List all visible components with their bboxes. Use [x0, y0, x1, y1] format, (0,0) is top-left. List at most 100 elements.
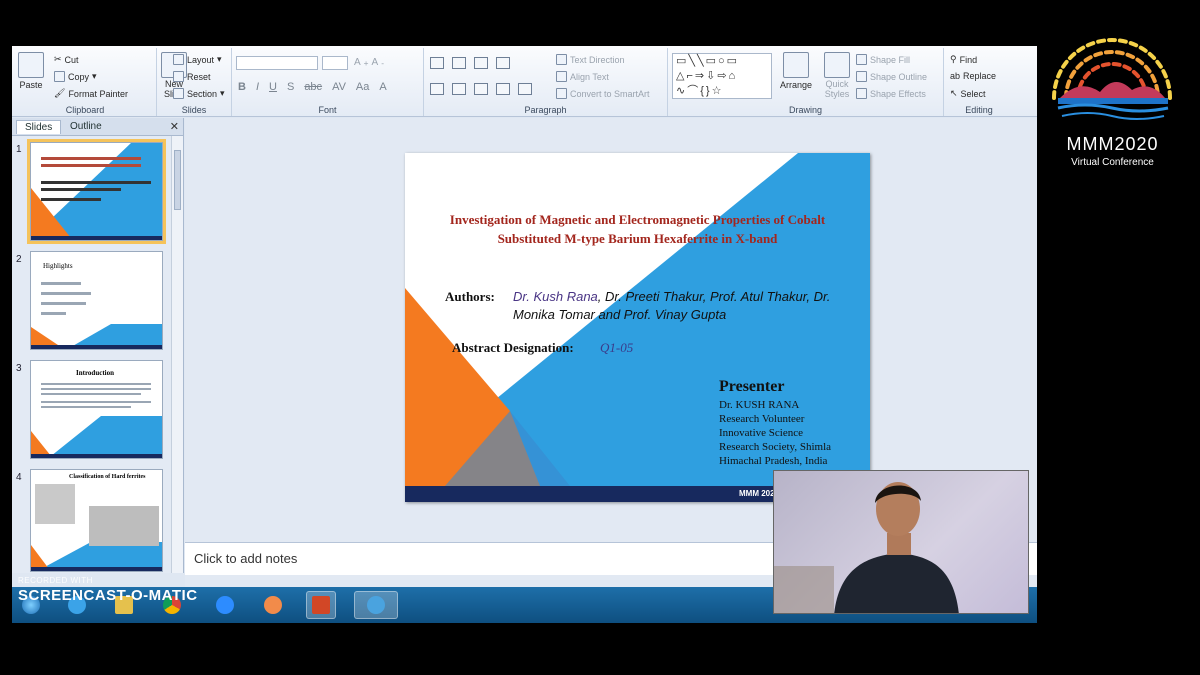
notes-placeholder: Click to add notes: [194, 551, 298, 566]
find-button[interactable]: ⚲ Find: [950, 54, 977, 65]
taskbar-recorder[interactable]: [354, 591, 398, 619]
bullets-icon[interactable]: [430, 57, 444, 69]
paragraph-group: Text Direction Align Text Convert to Sma…: [424, 48, 668, 116]
thumb-footer: [31, 236, 162, 240]
thumb-footer: [31, 345, 162, 349]
thumb-line: [41, 401, 151, 403]
group-label: Clipboard: [65, 105, 105, 115]
video-frame: Paste ✂ Cut Copy ▾ 🖌 Format Painter Clipboa…: [0, 0, 1200, 675]
align-right-icon[interactable]: [474, 83, 488, 95]
thumb-line: [41, 302, 86, 305]
section-button[interactable]: Section ▾: [173, 88, 225, 99]
thumb-footer: [31, 567, 162, 571]
tab-outline[interactable]: Outline: [62, 120, 110, 133]
thumb-title: Classification of Hard ferrites: [69, 474, 146, 480]
align-buttons[interactable]: [430, 83, 534, 95]
group-label: Editing: [965, 105, 993, 115]
conference-logo-icon: [1052, 38, 1172, 120]
ribbon: Paste ✂ Cut Copy ▾ 🖌 Format Painter Clipboa…: [12, 46, 1037, 117]
font-format-buttons[interactable]: B I U Sabc AV Aa A: [238, 81, 387, 93]
columns-icon[interactable]: [518, 83, 532, 95]
effects-icon: [856, 88, 867, 99]
layout-button[interactable]: Layout ▾: [173, 54, 222, 65]
quick-styles-button[interactable]: Quick Styles: [822, 52, 852, 99]
slide-thumbnail-4[interactable]: Classification of Hard ferrites: [30, 469, 163, 572]
text-direction-icon: [556, 54, 567, 65]
presenter-video: [774, 482, 959, 613]
thumb-line: [41, 383, 151, 385]
current-slide[interactable]: Investigation of Magnetic and Electromag…: [405, 153, 870, 502]
text-direction-button[interactable]: Text Direction: [556, 54, 625, 65]
bold-icon[interactable]: B: [238, 81, 246, 93]
convert-smartart-button[interactable]: Convert to SmartArt: [556, 88, 650, 99]
shadow-icon[interactable]: S: [287, 81, 294, 93]
strikethrough-icon[interactable]: abc: [304, 81, 322, 93]
underline-icon[interactable]: U: [269, 81, 277, 93]
chevron-down-icon: ▾: [92, 71, 97, 81]
presenter-line: Innovative Science: [719, 427, 803, 439]
thumb-background: [31, 484, 162, 569]
numbering-icon[interactable]: [452, 57, 466, 69]
taskbar-paint[interactable]: [258, 591, 288, 619]
scroll-thumb[interactable]: [174, 150, 181, 210]
tab-slides[interactable]: Slides: [16, 120, 62, 134]
slide-thumbnail-1[interactable]: [27, 139, 166, 244]
authors-label: Authors:: [445, 289, 495, 304]
shape-fill-button[interactable]: Shape Fill: [856, 54, 910, 65]
paste-button[interactable]: Paste: [18, 52, 44, 90]
reset-button[interactable]: Reset: [173, 71, 211, 82]
taskbar-powerpoint[interactable]: [306, 591, 336, 619]
font-color-icon[interactable]: A: [379, 81, 386, 93]
presenter-line: Research Volunteer: [719, 413, 805, 425]
watermark-brand: SCREENCAST-O-MATIC: [18, 587, 198, 604]
pane-scrollbar[interactable]: [171, 136, 183, 573]
replace-button[interactable]: ab Replace: [950, 71, 996, 81]
format-painter-button[interactable]: 🖌 Format Painter: [54, 88, 128, 99]
abstract-label: Abstract Designation:: [452, 340, 574, 355]
align-text-icon: [556, 71, 567, 82]
grow-font-button[interactable]: A + A-: [354, 57, 384, 68]
recorder-icon: [367, 596, 385, 614]
layout-icon: [173, 54, 184, 65]
thumb-line: [41, 181, 151, 184]
thumb-line: [41, 157, 141, 160]
copy-button[interactable]: Copy ▾: [54, 71, 97, 82]
group-label: Slides: [181, 105, 207, 115]
thumb-line: [41, 282, 81, 285]
close-icon[interactable]: ✕: [170, 120, 179, 133]
thumb-number: 4: [16, 472, 22, 483]
char-spacing-icon[interactable]: AV: [332, 81, 346, 93]
change-case-icon[interactable]: Aa: [356, 81, 369, 93]
cut-button[interactable]: ✂ Cut: [54, 54, 79, 65]
thumb-line: [41, 388, 151, 390]
presenter-line: Research Society, Shimla: [719, 441, 832, 453]
presenter-line: Himachal Pradesh, India: [719, 455, 828, 467]
abstract-designation: Q1-05: [600, 340, 634, 355]
drawing-group: ▭╲╲▭○▭ △⌐⇒⇩⇨⌂ ∿⌒{}☆ Arrange Quick Styles S…: [668, 48, 944, 116]
replace-icon: ab: [950, 71, 961, 81]
pane-tabs: Slides Outline ✕: [12, 118, 183, 136]
slide-thumbnail-3[interactable]: Introduction: [30, 360, 163, 459]
thumb-line: [41, 198, 101, 201]
shapes-gallery[interactable]: ▭╲╲▭○▭ △⌐⇒⇩⇨⌂ ∿⌒{}☆: [672, 53, 772, 99]
group-label: Paragraph: [524, 105, 567, 115]
align-center-icon[interactable]: [452, 83, 466, 95]
shape-outline-button[interactable]: Shape Outline: [856, 71, 927, 82]
slide-thumbnail-2[interactable]: Highlights: [30, 251, 163, 350]
thumb-number: 3: [16, 363, 22, 374]
thumb-footer: [31, 454, 162, 458]
font-name-field[interactable]: [236, 56, 318, 70]
font-size-field[interactable]: [322, 56, 348, 70]
align-left-icon[interactable]: [430, 83, 444, 95]
taskbar-zoom[interactable]: [210, 591, 240, 619]
arrange-button[interactable]: Arrange: [780, 52, 812, 90]
justify-icon[interactable]: [496, 83, 510, 95]
shape-effects-button[interactable]: Shape Effects: [856, 88, 926, 99]
list-buttons[interactable]: [430, 57, 512, 69]
indent-icon[interactable]: [474, 57, 488, 69]
slides-group: New Slide Layout▾ Reset Section▾ Slides: [157, 48, 232, 116]
italic-icon[interactable]: I: [256, 81, 259, 93]
select-button[interactable]: ↖ Select: [950, 88, 986, 99]
line-spacing-icon[interactable]: [496, 57, 510, 69]
align-text-button[interactable]: Align Text: [556, 71, 609, 82]
